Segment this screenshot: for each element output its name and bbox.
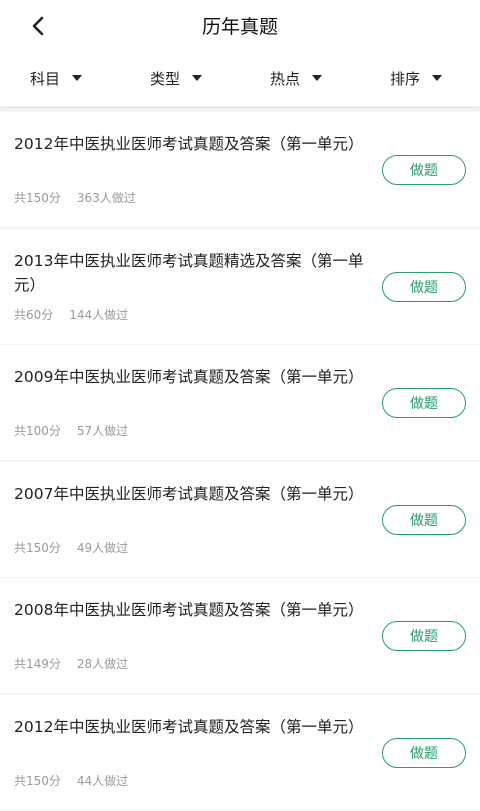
item-meta: 共60分 144人做过 [14, 306, 128, 323]
filter-sort[interactable]: 排序 [390, 66, 443, 90]
item-count: 49人做过 [76, 540, 129, 555]
item-score: 共150分 [14, 773, 61, 788]
caret-down-icon [312, 75, 323, 81]
do-exam-button[interactable]: 做题 [382, 155, 466, 185]
item-count: 57人做过 [76, 424, 129, 438]
list-item[interactable]: 2012年中医执业医师考试真题及答案（第一单元） 共150分 44人做过 做题 [0, 694, 480, 810]
item-meta: 共150分 49人做过 [14, 539, 128, 556]
do-exam-button[interactable]: 做题 [382, 504, 466, 535]
item-count: 144人做过 [69, 307, 129, 322]
filter-hot[interactable]: 热点 [270, 66, 323, 90]
item-title: 2009年中医执业医师考试真题及答案（第一单元） [14, 368, 364, 386]
item-title: 2012年中医执业医师考试真题及答案（第一单元） [14, 135, 364, 153]
list-item[interactable]: 2007年中医执业医师考试真题及答案（第一单元） 共150分 49人做过 做题 [0, 461, 480, 577]
item-title: 2013年中医执业医师考试真题精选及答案（第一单元） [14, 251, 364, 294]
item-count: 363人做过 [76, 191, 136, 205]
item-score: 共60分 [14, 307, 54, 322]
item-meta: 共100分 57人做过 [14, 422, 128, 439]
caret-down-icon [72, 75, 83, 81]
caret-down-icon [192, 75, 203, 81]
caret-down-icon [432, 75, 443, 81]
do-exam-button[interactable]: 做题 [382, 271, 466, 302]
item-meta: 共149分 28人做过 [14, 655, 128, 672]
filter-label: 排序 [390, 69, 421, 88]
page-title: 历年真题 [201, 16, 278, 38]
item-score: 共149分 [14, 657, 61, 671]
filter-label: 热点 [270, 69, 301, 88]
app-header: 历年真题 [0, 0, 480, 50]
item-score: 共150分 [14, 540, 61, 555]
item-title: 2007年中医执业医师考试真题及答案（第一单元） [14, 484, 364, 503]
do-exam-button[interactable]: 做题 [382, 388, 466, 418]
item-count: 28人做过 [76, 657, 129, 671]
filter-bar: 科目 类型 热点 排序 [0, 50, 480, 106]
item-meta: 共150分 44人做过 [14, 772, 128, 789]
item-score: 共150分 [14, 191, 61, 205]
exam-list: 2012年中医执业医师考试真题及答案（第一单元） 共150分 363人做过 做题… [0, 112, 480, 811]
item-meta: 共150分 363人做过 [14, 189, 136, 206]
filter-label: 科目 [30, 69, 61, 88]
list-item[interactable]: 2009年中医执业医师考试真题及答案（第一单元） 共100分 57人做过 做题 [0, 345, 480, 460]
do-exam-button[interactable]: 做题 [382, 621, 466, 651]
filter-subject[interactable]: 科目 [30, 66, 83, 90]
do-exam-button[interactable]: 做题 [382, 737, 466, 768]
item-title: 2012年中医执业医师考试真题及答案（第一单元） [14, 717, 364, 736]
list-item[interactable]: 2013年中医执业医师考试真题精选及答案（第一单元） 共60分 144人做过 做… [0, 228, 480, 344]
list-item[interactable]: 2008年中医执业医师考试真题及答案（第一单元） 共149分 28人做过 做题 [0, 578, 480, 693]
item-score: 共100分 [14, 424, 61, 438]
item-count: 44人做过 [76, 773, 129, 788]
filter-type[interactable]: 类型 [150, 66, 203, 90]
filter-label: 类型 [150, 69, 181, 88]
list-item[interactable]: 2012年中医执业医师考试真题及答案（第一单元） 共150分 363人做过 做题 [0, 112, 480, 227]
item-title: 2008年中医执业医师考试真题及答案（第一单元） [14, 601, 364, 619]
